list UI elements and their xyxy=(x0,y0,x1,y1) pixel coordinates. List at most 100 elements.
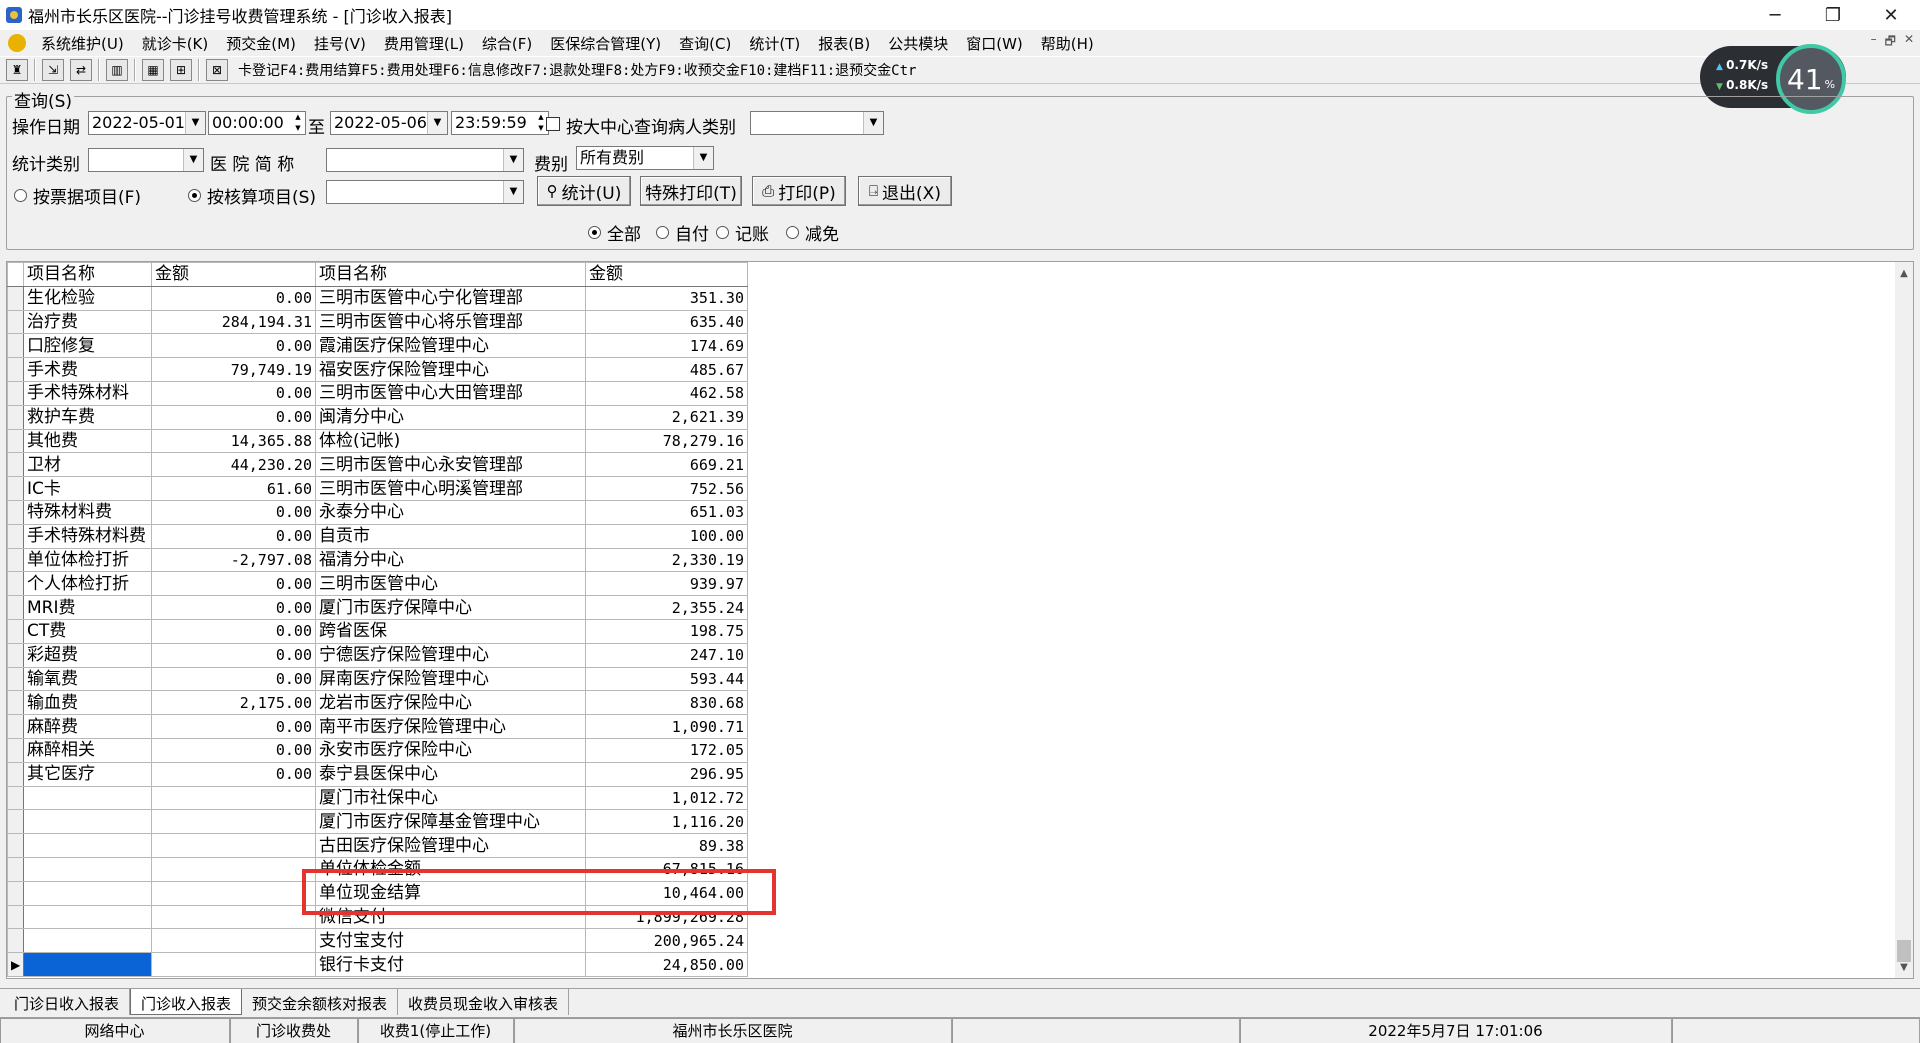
amount-cell[interactable]: 2,330.19 xyxy=(585,547,748,573)
table-row[interactable]: 生化检验 0.00 三明市医管中心宁化管理部 351.30 xyxy=(7,285,748,311)
row-indicator[interactable] xyxy=(7,928,24,954)
amount-cell[interactable]: 0.00 xyxy=(151,333,316,359)
table-row[interactable]: 特殊材料费 0.00 永泰分中心 651.03 xyxy=(7,499,748,525)
chevron-down-icon[interactable]: ▼ xyxy=(863,112,883,134)
item-name-cell[interactable]: 卫材 xyxy=(23,452,152,478)
item-name-cell[interactable] xyxy=(23,809,152,835)
row-indicator[interactable] xyxy=(7,856,24,882)
row-indicator[interactable] xyxy=(7,880,24,906)
item-name-cell[interactable]: 三明市医管中心将乐管理部 xyxy=(315,309,586,335)
filter-all-radio[interactable]: 全部 xyxy=(588,220,641,245)
row-indicator[interactable] xyxy=(7,380,24,406)
amount-cell[interactable]: 635.40 xyxy=(585,309,748,335)
table-row[interactable]: 救护车费 0.00 闽清分中心 2,621.39 xyxy=(7,404,748,430)
export-icon[interactable]: ⇄ xyxy=(70,59,92,81)
row-indicator[interactable] xyxy=(7,809,24,835)
mdi-minimize-button[interactable]: – xyxy=(1871,32,1877,53)
chevron-down-icon[interactable]: ▼ xyxy=(183,149,203,171)
column-header-amount-1[interactable]: 金额 xyxy=(151,262,316,287)
item-name-cell[interactable]: 闽清分中心 xyxy=(315,404,586,430)
row-indicator[interactable] xyxy=(7,285,24,311)
tab-income-report[interactable]: 门诊收入报表 xyxy=(130,989,243,1015)
restore-button[interactable]: ❐ xyxy=(1804,0,1862,30)
item-name-cell[interactable]: 永安市医疗保险中心 xyxy=(315,737,586,763)
menu-reports[interactable]: 报表(B) xyxy=(809,33,879,54)
tab-daily-income[interactable]: 门诊日收入报表 xyxy=(4,989,131,1015)
date-from-picker[interactable]: 2022-05-01 ▼ xyxy=(88,111,206,135)
row-indicator[interactable] xyxy=(7,595,24,620)
item-name-cell[interactable] xyxy=(23,856,152,882)
item-name-cell[interactable]: 厦门市医疗保障基金管理中心 xyxy=(315,809,586,835)
item-name-cell[interactable]: 治疗费 xyxy=(23,309,152,335)
item-name-cell[interactable]: 泰宁县医保中心 xyxy=(315,761,586,787)
menu-general[interactable]: 综合(F) xyxy=(473,33,541,54)
table-row[interactable]: 手术特殊材料 0.00 三明市医管中心大田管理部 462.58 xyxy=(7,380,748,406)
amount-cell[interactable]: 462.58 xyxy=(585,380,748,406)
item-name-cell[interactable]: 其他费 xyxy=(23,428,152,454)
amount-cell[interactable] xyxy=(151,809,316,835)
vertical-scrollbar[interactable]: ▲ ▼ xyxy=(1895,262,1913,978)
date-to-picker[interactable]: 2022-05-06 ▼ xyxy=(330,111,448,135)
item-name-cell[interactable]: 永泰分中心 xyxy=(315,499,586,525)
item-name-cell[interactable]: 手术费 xyxy=(23,357,152,382)
row-indicator[interactable] xyxy=(7,404,24,430)
report-grid[interactable]: 项目名称 金额 项目名称 金额 生化检验 0.00 三明市医管中心宁化管理部 351.… xyxy=(6,261,1914,979)
item-name-cell[interactable]: 特殊材料费 xyxy=(23,499,152,525)
scroll-up-icon[interactable]: ▲ xyxy=(1895,264,1913,282)
table-row[interactable]: ▶ 银行卡支付 24,850.00 xyxy=(7,952,748,977)
table-row[interactable]: MRI费 0.00 厦门市医疗保障中心 2,355.24 xyxy=(7,595,748,620)
item-name-cell[interactable]: 龙岩市医疗保险中心 xyxy=(315,690,586,716)
book-icon[interactable]: ▥ xyxy=(106,59,128,81)
item-name-cell[interactable]: 救护车费 xyxy=(23,404,152,430)
amount-cell[interactable]: 1,090.71 xyxy=(585,714,748,739)
row-indicator[interactable] xyxy=(7,428,24,454)
special-print-button[interactable]: 特殊打印(T) xyxy=(640,176,742,206)
minimize-button[interactable]: ─ xyxy=(1746,0,1804,30)
item-name-cell[interactable]: 南平市医疗保险管理中心 xyxy=(315,714,586,739)
mdi-restore-button[interactable]: 🗗 xyxy=(1885,32,1896,53)
amount-cell[interactable]: 0.00 xyxy=(151,714,316,739)
table-row[interactable]: 个人体检打折 0.00 三明市医管中心 939.97 xyxy=(7,571,748,597)
amount-cell[interactable]: 44,230.20 xyxy=(151,452,316,478)
item-name-cell[interactable]: 输氧费 xyxy=(23,666,152,692)
item-name-cell[interactable]: 麻醉费 xyxy=(23,714,152,739)
amount-cell[interactable]: 2,621.39 xyxy=(585,404,748,430)
by-invoice-radio[interactable]: 按票据项目(F) xyxy=(14,183,141,208)
user-icon[interactable]: ♜ xyxy=(6,59,28,81)
item-name-cell[interactable]: 福清分中心 xyxy=(315,547,586,573)
stat-type-select[interactable]: ▼ xyxy=(88,148,204,172)
amount-cell[interactable]: 0.00 xyxy=(151,666,316,692)
center-query-checkbox[interactable] xyxy=(546,117,560,131)
item-name-cell[interactable]: 古田医疗保险管理中心 xyxy=(315,833,586,858)
item-name-cell[interactable] xyxy=(23,785,152,811)
amount-cell[interactable] xyxy=(151,880,316,906)
table-row[interactable]: 单位体检打折 -2,797.08 福清分中心 2,330.19 xyxy=(7,547,748,573)
filter-self-pay-radio[interactable]: 自付 xyxy=(656,220,709,245)
menu-prepayment[interactable]: 预交金(M) xyxy=(217,33,305,54)
table-row[interactable]: 麻醉费 0.00 南平市医疗保险管理中心 1,090.71 xyxy=(7,714,748,739)
amount-cell[interactable] xyxy=(151,952,316,977)
column-header-item-name-2[interactable]: 项目名称 xyxy=(315,262,586,287)
amount-cell[interactable]: 14,365.88 xyxy=(151,428,316,454)
table-row[interactable]: 厦门市医疗保障基金管理中心 1,116.20 xyxy=(7,809,748,835)
table-row[interactable]: 其它医疗 0.00 泰宁县医保中心 296.95 xyxy=(7,761,748,787)
chevron-down-icon[interactable]: ▼ xyxy=(185,112,205,134)
row-indicator[interactable] xyxy=(7,333,24,359)
table-row[interactable]: 古田医疗保险管理中心 89.38 xyxy=(7,833,748,858)
row-indicator[interactable] xyxy=(7,737,24,763)
amount-cell[interactable]: 752.56 xyxy=(585,476,748,501)
menu-statistics[interactable]: 统计(T) xyxy=(740,33,809,54)
current-row-icon[interactable]: ▶ xyxy=(7,952,24,977)
row-indicator[interactable] xyxy=(7,452,24,478)
item-name-cell[interactable]: 屏南医疗保险管理中心 xyxy=(315,666,586,692)
amount-cell[interactable]: 830.68 xyxy=(585,690,748,716)
table-row[interactable]: 输氧费 0.00 屏南医疗保险管理中心 593.44 xyxy=(7,666,748,692)
row-indicator[interactable] xyxy=(7,642,24,668)
amount-cell[interactable]: 1,012.72 xyxy=(585,785,748,811)
menu-help[interactable]: 帮助(H) xyxy=(1032,33,1103,54)
time-to-field[interactable]: 23:59:59 ▲ ▼ xyxy=(451,111,549,135)
menu-insurance[interactable]: 医保综合管理(Y) xyxy=(541,33,670,54)
row-indicator[interactable] xyxy=(7,357,24,382)
row-indicator[interactable] xyxy=(7,761,24,787)
item-name-cell[interactable]: MRI费 xyxy=(23,595,152,620)
